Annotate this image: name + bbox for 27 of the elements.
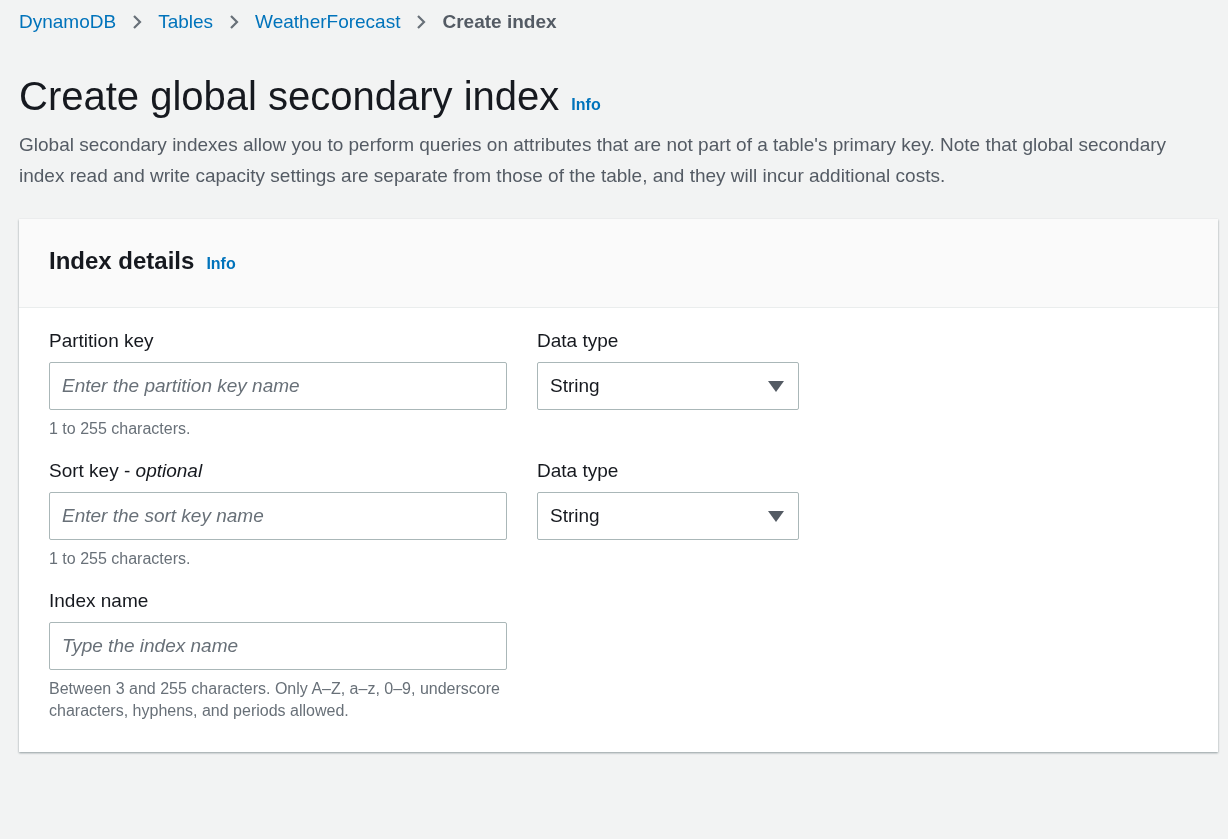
info-link[interactable]: Info <box>571 96 601 114</box>
input-field[interactable]: Enter the sort key name <box>49 492 507 540</box>
chevron-right-icon <box>132 14 143 30</box>
data-type-dropdown[interactable]: String <box>537 492 799 540</box>
breadcrumb-link[interactable]: DynamoDB <box>19 11 117 33</box>
chevron-right-icon <box>229 14 240 30</box>
field-label: Data type <box>537 330 620 352</box>
input-field[interactable]: Enter the partition key name <box>49 362 507 410</box>
caret-down-icon <box>768 380 784 392</box>
field-label: Index name <box>49 590 150 612</box>
caret-down-icon <box>768 510 784 522</box>
field-label: Sort key - optional <box>49 460 204 482</box>
field-hint: Between 3 and 255 characters. Only A–Z, a–z, 0–9, underscore characters, hyphens, and periods allowed. <box>49 679 501 721</box>
field-label: Partition key <box>49 330 155 352</box>
page-description: Global secondary indexes allow you to perform queries on attributes that are not part of a table's primary key. Note that global secondary index read and write capacity settings are separate from those of the table, and they will incur additional costs. <box>19 133 1168 188</box>
current-page-label: Create index <box>442 11 557 33</box>
page-title: Create global secondary index <box>19 74 560 119</box>
breadcrumb-link[interactable]: Tables <box>158 11 214 33</box>
field-label: Data type <box>537 460 620 482</box>
breadcrumb-link[interactable]: WeatherForecast <box>255 11 401 33</box>
panel-title: Index details <box>49 247 195 275</box>
input-field[interactable]: Type the index name <box>49 622 507 670</box>
field-hint: 1 to 255 characters. <box>49 549 192 569</box>
chevron-right-icon <box>416 14 427 30</box>
field-hint: 1 to 255 characters. <box>49 419 192 439</box>
info-link[interactable]: Info <box>206 255 236 273</box>
data-type-dropdown[interactable]: String <box>537 362 799 410</box>
